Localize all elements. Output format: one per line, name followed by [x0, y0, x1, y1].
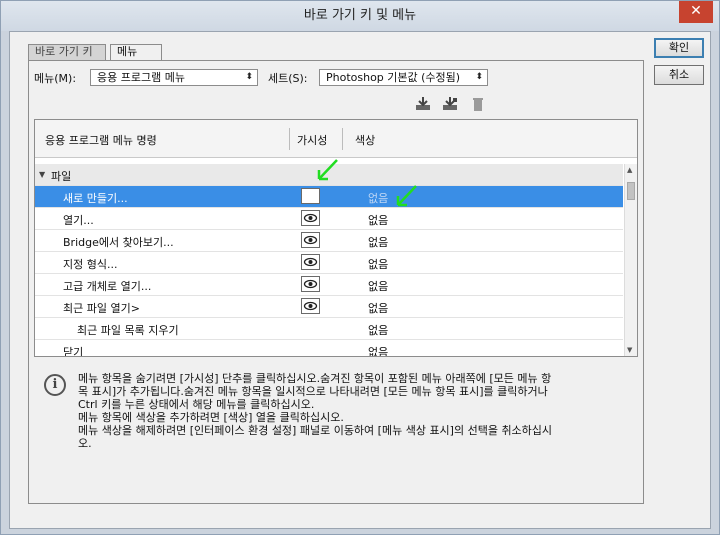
table-row[interactable]: 새로 만들기... 없음 — [35, 186, 623, 208]
command-color[interactable]: 없음 — [368, 190, 388, 206]
command-color[interactable]: 없음 — [368, 256, 388, 272]
table-row[interactable]: Bridge에서 찾아보기... 없음 — [35, 230, 623, 252]
table-row[interactable]: 지정 형식... 없음 — [35, 252, 623, 274]
save-set-as-icon[interactable] — [441, 96, 459, 112]
eye-icon — [303, 257, 318, 267]
command-name: 지정 형식... — [63, 258, 118, 271]
expand-triangle-icon[interactable]: ▼ — [39, 170, 45, 179]
cancel-button[interactable]: 취소 — [654, 65, 704, 85]
dialog-body: 바로 가기 키 메뉴 확인 취소 메뉴(M): 응용 프로그램 메뉴 ⬍ 세트(… — [9, 31, 711, 529]
set-select[interactable]: Photoshop 기본값 (수정됨) ⬍ — [319, 69, 488, 86]
visibility-toggle[interactable] — [301, 254, 320, 270]
visibility-toggle[interactable] — [301, 232, 320, 248]
set-label: 세트(S): — [268, 72, 308, 85]
command-color[interactable]: 없음 — [368, 278, 388, 294]
visibility-toggle[interactable] — [301, 210, 320, 226]
close-icon: ✕ — [690, 3, 702, 19]
save-set-icon[interactable] — [414, 96, 432, 112]
scroll-up-icon[interactable]: ▲ — [627, 166, 632, 174]
command-name: 닫기 — [63, 346, 84, 356]
table-header: 응용 프로그램 메뉴 명령 가시성 색상 — [35, 120, 637, 158]
eye-icon — [303, 301, 318, 311]
menu-for-label: 메뉴(M): — [34, 72, 77, 85]
annotation-arrow-icon — [317, 159, 338, 181]
scroll-thumb[interactable] — [627, 182, 635, 200]
dialog-title: 바로 가기 키 및 메뉴 — [303, 8, 417, 23]
menu-for-value: 응용 프로그램 메뉴 — [97, 71, 185, 84]
close-button[interactable]: ✕ — [679, 1, 713, 23]
table-row[interactable]: 고급 개체로 열기... 없음 — [35, 274, 623, 296]
tab-keyboard-shortcuts[interactable]: 바로 가기 키 — [28, 44, 106, 60]
set-value: Photoshop 기본값 (수정됨) — [326, 71, 461, 84]
command-name: 새로 만들기... — [63, 192, 128, 205]
eye-icon — [303, 235, 318, 245]
eye-icon — [303, 213, 318, 223]
header-visibility[interactable]: 가시성 — [297, 132, 327, 148]
command-name: Bridge에서 찾아보기... — [63, 236, 174, 249]
table-row[interactable]: 열기... 없음 — [35, 208, 623, 230]
table-row[interactable]: 최근 파일 목록 지우기 없음 — [35, 318, 623, 340]
visibility-toggle[interactable] — [301, 298, 320, 314]
visibility-toggle[interactable] — [301, 188, 320, 204]
command-name: 고급 개체로 열기... — [63, 280, 152, 293]
command-name: 최근 파일 열기> — [63, 302, 140, 315]
command-color[interactable]: 없음 — [368, 234, 388, 250]
vertical-scrollbar[interactable]: ▲ ▼ — [624, 164, 637, 356]
dialog-window: 바로 가기 키 및 메뉴 ✕ 바로 가기 키 메뉴 확인 취소 메뉴(M): 응… — [0, 0, 720, 535]
command-name: 최근 파일 목록 지우기 — [77, 324, 179, 337]
scroll-down-icon[interactable]: ▼ — [627, 346, 632, 354]
annotation-arrow-icon — [396, 185, 417, 207]
info-icon: i — [44, 374, 66, 396]
command-color[interactable]: 없음 — [368, 212, 388, 228]
delete-set-icon[interactable] — [469, 96, 487, 112]
table-body: ▼ 파일 새로 만들기... 없음 열기... 없음 Bridge에서 찾아보기… — [35, 164, 623, 356]
eye-icon — [303, 279, 318, 289]
visibility-toggle[interactable] — [301, 276, 320, 292]
command-color[interactable]: 없음 — [368, 344, 388, 356]
title-bar: 바로 가기 키 및 메뉴 ✕ — [1, 1, 719, 31]
command-color[interactable]: 없음 — [368, 300, 388, 316]
command-color[interactable]: 없음 — [368, 322, 388, 338]
column-divider — [289, 128, 290, 150]
table-row[interactable]: 최근 파일 열기> 없음 — [35, 296, 623, 318]
info-text: 메뉴 항목을 숨기려면 [가시성] 단추를 클릭하십시오.숨겨진 항목이 포함된… — [78, 372, 553, 450]
header-command[interactable]: 응용 프로그램 메뉴 명령 — [45, 132, 157, 148]
column-divider — [342, 128, 343, 150]
info-section: i 메뉴 항목을 숨기려면 [가시성] 단추를 클릭하십시오.숨겨진 항목이 포… — [34, 364, 638, 458]
menu-for-select[interactable]: 응용 프로그램 메뉴 ⬍ — [90, 69, 258, 86]
command-name: 열기... — [63, 214, 94, 227]
table-row[interactable]: 닫기 없음 — [35, 340, 623, 356]
group-label: 파일 — [51, 170, 72, 183]
header-color[interactable]: 색상 — [355, 132, 375, 148]
dropdown-arrow-icon: ⬍ — [475, 72, 483, 82]
ok-button[interactable]: 확인 — [654, 38, 704, 58]
menu-commands-table: 응용 프로그램 메뉴 명령 가시성 색상 ▼ 파일 새로 만들기... 없음 열… — [34, 119, 638, 357]
tab-menus[interactable]: 메뉴 — [110, 44, 162, 61]
dropdown-arrow-icon: ⬍ — [245, 72, 253, 82]
